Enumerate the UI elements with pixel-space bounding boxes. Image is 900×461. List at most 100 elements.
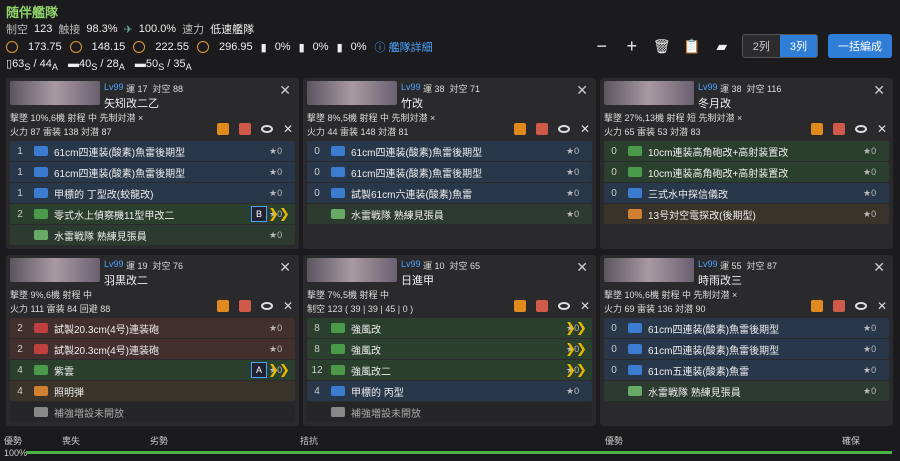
close-icon[interactable]: ✕: [576, 259, 588, 276]
briefcase-icon[interactable]: [832, 123, 845, 135]
eye-icon[interactable]: [557, 302, 570, 310]
fleet-title: 随伴艦隊: [6, 5, 59, 20]
eye-icon[interactable]: [854, 302, 867, 310]
equipment-slot[interactable]: 0 61cm五連装(酸素)魚雷 ★0: [604, 360, 889, 380]
equipment-slot[interactable]: 2 零式水上偵察機11型甲改二 ★0 B ❯❯: [10, 204, 295, 224]
close-icon[interactable]: ✕: [576, 82, 588, 99]
equipment-list: 8 強風改 ★0 ❯❯ 8 強風改 ★0 ❯❯ 12 強風改二 ★0 ❯❯ 4 …: [307, 318, 592, 423]
equipment-slot[interactable]: 水雷戦隊 熟練見張員 ★0: [604, 381, 889, 401]
ship-name[interactable]: 冬月改: [698, 95, 731, 111]
close-icon[interactable]: ✕: [877, 300, 887, 312]
briefcase-icon[interactable]: [238, 123, 251, 135]
equipment-name: 61cm四連装(酸素)魚雷後期型: [351, 168, 483, 180]
close-icon[interactable]: ✕: [873, 259, 885, 276]
minus-icon[interactable]: −: [592, 36, 612, 56]
equipment-slot[interactable]: 水雷戦隊 熟練見張員 ★0: [10, 225, 295, 245]
eye-icon[interactable]: [854, 125, 867, 133]
clipboard-icon[interactable]: [513, 123, 526, 135]
slot-count: 0: [314, 187, 320, 199]
equipment-slot[interactable]: 1 61cm四連装(酸素)魚雷後期型 ★0: [10, 141, 295, 161]
equipment-slot[interactable]: 4 照明弾: [10, 381, 295, 401]
equipment-slot[interactable]: 0 61cm四連装(酸素)魚雷後期型 ★0: [604, 339, 889, 359]
clipboard-icon[interactable]: [810, 123, 823, 135]
ship-banner[interactable]: [604, 81, 694, 105]
equipment-slot[interactable]: 0 10cm連装高角砲改+高射装置改 ★0: [604, 141, 889, 161]
pct-1: 0%: [274, 41, 291, 53]
clipboard-icon[interactable]: 📋: [682, 36, 702, 56]
equipment-slot[interactable]: 0 試製61cm六連装(酸素)魚雷 ★0: [307, 183, 592, 203]
ship-stats: 火力 111 雷装 84 回避 88: [10, 304, 111, 314]
ship-name[interactable]: 時雨改三: [698, 272, 742, 288]
equipment-slot[interactable]: 0 10cm連装高角砲改+高射装置改 ★0: [604, 162, 889, 182]
eye-icon[interactable]: [260, 302, 273, 310]
ship-name[interactable]: 竹改: [401, 95, 423, 111]
ship-banner[interactable]: [10, 81, 100, 105]
close-icon[interactable]: ✕: [877, 123, 887, 135]
eye-icon[interactable]: [260, 125, 273, 133]
cards-icon[interactable]: ▰: [712, 36, 732, 56]
equipment-slot[interactable]: 0 三式水中探信儀改 ★0: [604, 183, 889, 203]
equipment-name: 補強増設未開放: [54, 408, 124, 420]
equipment-slot[interactable]: 2 試製20.3cm(4号)連装砲 ★0: [10, 339, 295, 359]
equipment-slot[interactable]: 1 61cm四連装(酸素)魚雷後期型 ★0: [10, 162, 295, 182]
close-icon[interactable]: ✕: [580, 123, 590, 135]
equipment-slot[interactable]: 0 61cm四連装(酸素)魚雷後期型 ★0: [604, 318, 889, 338]
briefcase-icon[interactable]: [535, 123, 548, 135]
clipboard-icon[interactable]: [513, 300, 526, 312]
ship-attrs: 撃墜 27%,13機 射程 短 先制対潜 ×: [604, 113, 743, 123]
clipboard-icon[interactable]: [810, 300, 823, 312]
equipment-name: 13号対空電探改(後期型): [648, 210, 756, 222]
equipment-slot[interactable]: 水雷戦隊 熟練見張員 ★0: [307, 204, 592, 224]
equipment-slot[interactable]: 8 強風改 ★0 ❯❯: [307, 339, 592, 359]
plus-icon[interactable]: +: [622, 36, 642, 56]
pct-2: 0%: [312, 41, 329, 53]
equipment-slot[interactable]: 8 強風改 ★0 ❯❯: [307, 318, 592, 338]
ship-luck-aa: 運 38 対空 71: [423, 82, 480, 95]
improvement-level: ★0: [863, 145, 877, 156]
column-toggle: 2列 3列: [741, 34, 818, 58]
trash-icon[interactable]: 🗑: [652, 36, 672, 56]
equipment-slot[interactable]: 12 強風改二 ★0 ❯❯: [307, 360, 592, 380]
cols-3-button[interactable]: 3列: [779, 35, 817, 57]
close-icon[interactable]: ✕: [873, 82, 885, 99]
ship-name[interactable]: 日進甲: [401, 272, 434, 288]
equipment-slot[interactable]: 補強増設未開放: [10, 402, 295, 422]
equipment-list: 0 10cm連装高角砲改+高射装置改 ★0 0 10cm連装高角砲改+高射装置改…: [604, 141, 889, 225]
tp3-sub-s: S: [158, 61, 165, 72]
close-icon[interactable]: ✕: [283, 300, 293, 312]
tp2-sub-a: A: [118, 61, 125, 72]
close-icon[interactable]: ✕: [580, 300, 590, 312]
ship-name[interactable]: 矢矧改二乙: [104, 95, 159, 111]
close-icon[interactable]: ✕: [283, 123, 293, 135]
cols-2-button[interactable]: 2列: [742, 35, 780, 57]
close-icon[interactable]: ✕: [279, 259, 291, 276]
briefcase-icon[interactable]: [535, 300, 548, 312]
equipment-slot[interactable]: 1 甲標的 丁型改(蛟龍改) ★0: [10, 183, 295, 203]
equipment-slot[interactable]: 4 甲標的 丙型 ★0: [307, 381, 592, 401]
equipment-slot[interactable]: 補強増設未開放: [307, 402, 592, 422]
briefcase-icon[interactable]: [832, 300, 845, 312]
briefcase-icon[interactable]: [238, 300, 251, 312]
equipment-slot[interactable]: 13号対空電探改(後期型) ★0: [604, 204, 889, 224]
parity-label: 拮抗: [300, 436, 319, 446]
equipment-slot[interactable]: 2 試製20.3cm(4号)連装砲 ★0: [10, 318, 295, 338]
equipment-slot[interactable]: 0 61cm四連装(酸素)魚雷後期型 ★0: [307, 162, 592, 182]
ship-luck: 運 10: [423, 261, 445, 271]
clipboard-icon[interactable]: [216, 123, 229, 135]
ship-banner[interactable]: [307, 258, 397, 282]
ship-stats: 火力 44 雷装 148 対潜 81: [307, 127, 409, 137]
lost-label: 喪失: [62, 436, 81, 446]
equipment-slot[interactable]: 4 紫雲 ★0 A ❯❯: [10, 360, 295, 380]
eye-icon[interactable]: [557, 125, 570, 133]
tp-row: ▯63S / 44A ▬40S / 28A ▬50S / 35A: [6, 57, 192, 73]
ship-banner[interactable]: [604, 258, 694, 282]
ship-banner[interactable]: [307, 81, 397, 105]
equipment-slot[interactable]: 0 61cm四連装(酸素)魚雷後期型 ★0: [307, 141, 592, 161]
ship-name[interactable]: 羽黒改二: [104, 272, 148, 288]
improvement-level: ★0: [566, 166, 580, 177]
close-icon[interactable]: ✕: [279, 82, 291, 99]
fleet-detail-link[interactable]: ⓘ 艦隊詳細: [375, 39, 433, 55]
clipboard-icon[interactable]: [216, 300, 229, 312]
bulk-edit-button[interactable]: 一括編成: [828, 34, 892, 58]
ship-banner[interactable]: [10, 258, 100, 282]
